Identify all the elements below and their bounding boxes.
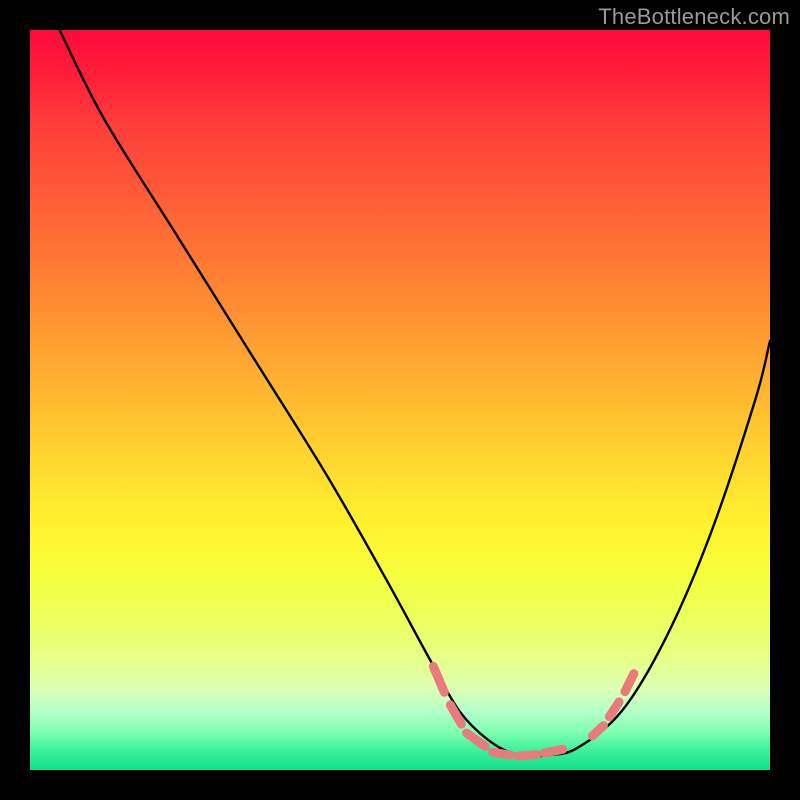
highlight-segment (493, 752, 512, 755)
watermark-text: TheBottleneck.com (598, 4, 790, 30)
highlight-segment (518, 754, 537, 755)
highlight-segment (450, 705, 461, 724)
chart-frame: TheBottleneck.com (0, 0, 800, 800)
plot-svg (30, 30, 770, 770)
bottleneck-curve (60, 30, 770, 757)
highlight-segments (433, 666, 634, 756)
highlight-segment (433, 666, 444, 692)
plot-area (30, 30, 770, 770)
highlight-segment (592, 726, 603, 736)
highlight-segment (625, 674, 634, 692)
highlight-segment (544, 749, 563, 753)
